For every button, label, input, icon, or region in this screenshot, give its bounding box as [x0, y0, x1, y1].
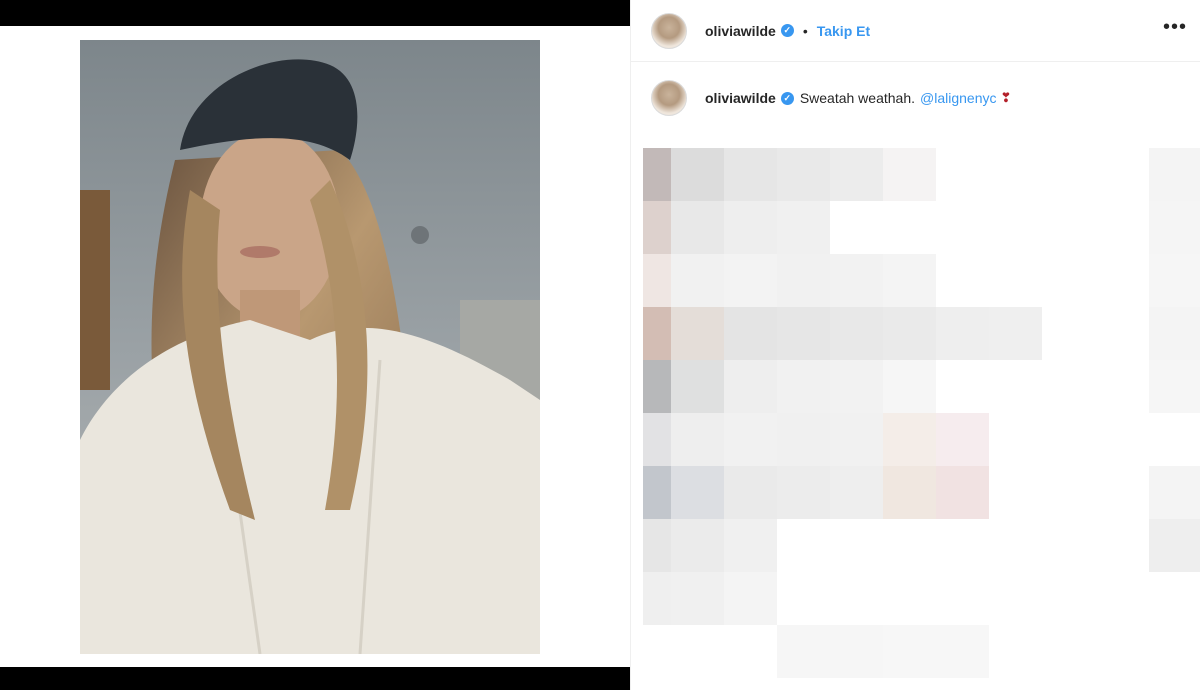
mosaic-cell [1149, 519, 1200, 572]
mosaic-cell [724, 148, 777, 201]
mosaic-cell [671, 148, 724, 201]
header-separator: • [802, 22, 808, 39]
media-bottom-black-bar [0, 667, 630, 690]
mosaic-cell [830, 254, 883, 307]
mosaic-cell [883, 360, 936, 413]
mosaic-cell [777, 360, 830, 413]
mosaic-cell [777, 201, 830, 254]
header-username[interactable]: oliviawilde [705, 23, 776, 39]
mosaic-cell [936, 307, 989, 360]
mosaic-cell [671, 572, 724, 625]
post-caption: oliviawilde ✓ Sweatah weathah. @lalignen… [631, 80, 1200, 116]
mosaic-cell [724, 466, 777, 519]
mosaic-cell [777, 148, 830, 201]
mosaic-cell [671, 360, 724, 413]
mosaic-cell [830, 307, 883, 360]
verified-badge-icon: ✓ [780, 24, 794, 37]
mosaic-cell [883, 148, 936, 201]
mosaic-cell [777, 307, 830, 360]
mosaic-cell [883, 413, 936, 466]
mosaic-cell [883, 307, 936, 360]
mosaic-cell [724, 360, 777, 413]
post-side-panel: oliviawilde ✓ • Takip Et ••• oliviawilde… [630, 0, 1200, 690]
pixelated-comments-area [631, 148, 1200, 690]
mosaic-cell [643, 519, 671, 572]
mosaic-cell [936, 413, 989, 466]
post-header: oliviawilde ✓ • Takip Et ••• [631, 0, 1200, 62]
mosaic-cell [830, 625, 883, 678]
mosaic-cell [777, 413, 830, 466]
mosaic-cell [643, 466, 671, 519]
mosaic-cell [830, 148, 883, 201]
profile-avatar[interactable] [651, 12, 687, 49]
mosaic-cell [989, 307, 1042, 360]
mosaic-cell [830, 413, 883, 466]
mosaic-cell [671, 413, 724, 466]
mosaic-cell [883, 625, 936, 678]
mosaic-cell [671, 201, 724, 254]
more-options-icon[interactable]: ••• [1163, 16, 1187, 39]
caption-username[interactable]: oliviawilde [705, 90, 776, 106]
caption-mention-link[interactable]: @lalignenyc [920, 90, 996, 106]
heart-exclamation-icon: ❣ [1000, 90, 1012, 105]
mosaic-cell [671, 519, 724, 572]
mosaic-cell [643, 307, 671, 360]
mosaic-cell [724, 519, 777, 572]
selfie-illustration [80, 40, 540, 654]
mosaic-cell [724, 413, 777, 466]
mosaic-cell [777, 466, 830, 519]
mosaic-cell [1149, 360, 1200, 413]
mosaic-cell [777, 254, 830, 307]
mosaic-cell [671, 307, 724, 360]
post-photo[interactable] [80, 40, 540, 654]
mosaic-cell [671, 466, 724, 519]
mosaic-cell [830, 360, 883, 413]
mosaic-cell [724, 572, 777, 625]
post-media-area [0, 0, 630, 690]
mosaic-cell [1149, 201, 1200, 254]
mosaic-cell [724, 201, 777, 254]
mosaic-cell [1149, 466, 1200, 519]
mosaic-cell [1149, 254, 1200, 307]
mosaic-cell [643, 360, 671, 413]
mosaic-cell [1149, 307, 1200, 360]
mosaic-cell [643, 413, 671, 466]
caption-text: Sweatah weathah. [799, 90, 916, 106]
mosaic-cell [936, 466, 989, 519]
follow-button[interactable]: Takip Et [817, 23, 870, 39]
mosaic-cell [724, 307, 777, 360]
mosaic-cell [643, 572, 671, 625]
media-top-black-bar [0, 0, 630, 26]
mosaic-cell [724, 254, 777, 307]
caption-avatar[interactable] [651, 80, 687, 116]
mosaic-cell [830, 466, 883, 519]
instagram-post-screen: oliviawilde ✓ • Takip Et ••• oliviawilde… [0, 0, 1200, 690]
mosaic-cell [1149, 148, 1200, 201]
mosaic-cell [777, 625, 830, 678]
mosaic-cell [643, 254, 671, 307]
mosaic-cell [883, 466, 936, 519]
mosaic-cell [936, 625, 989, 678]
mosaic-cell [643, 148, 671, 201]
verified-badge-icon: ✓ [780, 91, 794, 105]
mosaic-cell [671, 254, 724, 307]
mosaic-cell [883, 254, 936, 307]
mosaic-cell [643, 201, 671, 254]
